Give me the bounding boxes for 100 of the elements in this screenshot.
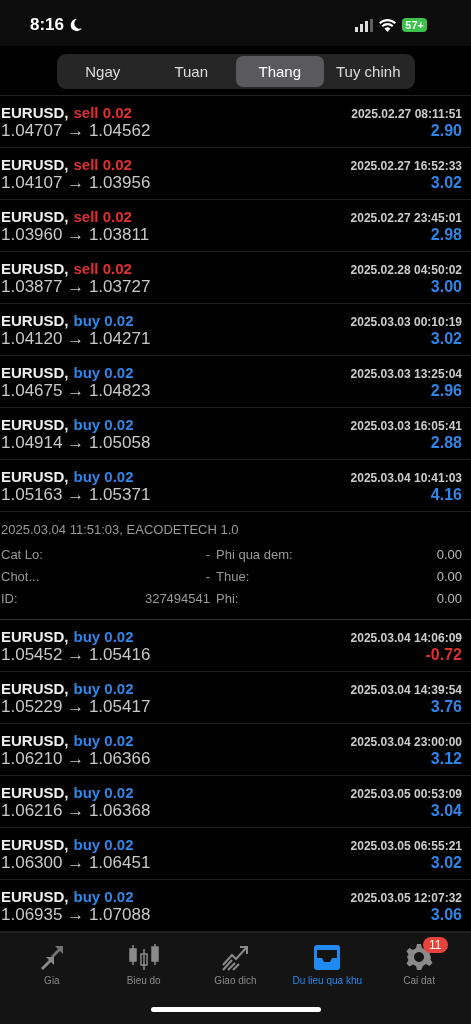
price-range: 1.04914 → 1.05058 bbox=[1, 433, 151, 454]
moon-icon bbox=[70, 18, 84, 33]
detail-label: Chot... bbox=[1, 569, 41, 585]
price-range: 1.06935 → 1.07088 bbox=[1, 905, 151, 926]
price-range: 1.03960 → 1.03811 bbox=[1, 225, 150, 246]
price-range: 1.05452 → 1.05416 bbox=[1, 645, 151, 666]
price-range: 1.04120 → 1.04271 bbox=[1, 329, 151, 350]
candlestick-icon bbox=[126, 942, 161, 971]
order-label: sell 0.02 bbox=[73, 104, 132, 122]
symbol-label: EURUSD, bbox=[1, 628, 69, 646]
price-range: 1.04675 → 1.04823 bbox=[1, 381, 151, 402]
tab-bar-item[interactable]: 11 Cai dat bbox=[373, 933, 465, 996]
detail-value: 0.00 bbox=[436, 569, 462, 585]
order-label: sell 0.02 bbox=[73, 260, 132, 278]
detail-label: Phi qua dem: bbox=[216, 547, 294, 563]
symbol-label: EURUSD, bbox=[1, 680, 69, 698]
symbol-label: EURUSD, bbox=[1, 260, 69, 278]
tab-bar-item[interactable]: Bieu do bbox=[97, 933, 190, 996]
profit-value: 3.06 bbox=[430, 906, 462, 925]
signal-icon bbox=[355, 18, 374, 32]
detail-value: - bbox=[204, 569, 210, 585]
price-range: 1.05229 → 1.05417 bbox=[1, 697, 151, 718]
detail-label: Cat Lo: bbox=[1, 547, 44, 563]
order-label: sell 0.02 bbox=[73, 156, 132, 174]
tab-bar-item[interactable]: Giao dich bbox=[189, 933, 282, 996]
symbol-label: EURUSD, bbox=[1, 784, 69, 802]
price-range: 1.03877 → 1.03727 bbox=[1, 277, 151, 298]
profit-value: 3.76 bbox=[430, 698, 462, 717]
wifi-icon bbox=[379, 18, 397, 32]
tab-bar-item[interactable]: Du lieu qua khu bbox=[281, 933, 374, 996]
tab-bar-item[interactable]: Gia bbox=[6, 933, 98, 996]
profit-value: 4.16 bbox=[430, 486, 462, 505]
symbol-label: EURUSD, bbox=[1, 836, 69, 854]
price-range: 1.04107 → 1.03956 bbox=[1, 173, 151, 194]
price-range: 1.06210 → 1.06366 bbox=[1, 749, 151, 770]
symbol-label: EURUSD, bbox=[1, 104, 69, 122]
order-label: buy 0.02 bbox=[73, 836, 134, 854]
order-label: buy 0.02 bbox=[73, 888, 134, 906]
trade-time: 2025.03.03 16:05:41 bbox=[350, 419, 462, 434]
clock: 8:16 bbox=[30, 15, 65, 36]
trade-time: 2025.03.04 23:00:00 bbox=[350, 735, 462, 750]
order-label: buy 0.02 bbox=[73, 312, 134, 330]
profit-value: 3.00 bbox=[430, 278, 462, 297]
inbox-icon bbox=[313, 942, 342, 971]
order-label: buy 0.02 bbox=[73, 732, 134, 750]
trade-time: 2025.03.05 12:07:32 bbox=[350, 891, 462, 906]
order-label: buy 0.02 bbox=[73, 784, 134, 802]
profit-value: 3.02 bbox=[430, 174, 462, 193]
trade-time: 2025.03.04 14:39:54 bbox=[350, 683, 462, 698]
trade-time: 2025.02.27 08:11:51 bbox=[351, 107, 462, 122]
order-label: buy 0.02 bbox=[73, 364, 134, 382]
detail-value: - bbox=[204, 547, 210, 563]
trade-time: 2025.03.05 00:53:09 bbox=[350, 787, 462, 802]
period-tab[interactable]: Tuan bbox=[147, 56, 236, 88]
trade-time: 2025.03.04 10:41:03 bbox=[350, 471, 462, 486]
profit-value: 2.88 bbox=[430, 434, 462, 453]
symbol-label: EURUSD, bbox=[1, 312, 69, 330]
trade-time: 2025.03.04 14:06:09 bbox=[350, 631, 462, 646]
period-tab[interactable]: Tuy chinh bbox=[324, 56, 413, 88]
trade-time: 2025.03.03 00:10:19 bbox=[350, 315, 462, 330]
price-range: 1.04707 → 1.04562 bbox=[1, 121, 151, 142]
profit-value: 2.90 bbox=[430, 122, 462, 141]
order-label: buy 0.02 bbox=[73, 468, 134, 486]
symbol-label: EURUSD, bbox=[1, 468, 69, 486]
detail-label: Phi: bbox=[216, 591, 240, 607]
detail-value: 0.00 bbox=[436, 591, 462, 607]
trade-time: 2025.02.28 04:50:02 bbox=[350, 263, 462, 278]
period-tab[interactable]: Ngay bbox=[58, 56, 147, 88]
symbol-label: EURUSD, bbox=[1, 416, 69, 434]
price-range: 1.06300 → 1.06451 bbox=[1, 853, 151, 874]
price-range: 1.06216 → 1.06368 bbox=[1, 801, 151, 822]
battery-indicator: 57+ bbox=[402, 18, 427, 33]
profit-value: 3.02 bbox=[430, 854, 462, 873]
profit-value: 3.02 bbox=[430, 330, 462, 349]
notification-badge: 11 bbox=[423, 936, 448, 953]
order-label: sell 0.02 bbox=[73, 208, 132, 226]
order-label: buy 0.02 bbox=[73, 680, 134, 698]
profit-value: 3.12 bbox=[430, 750, 462, 769]
symbol-label: EURUSD, bbox=[1, 888, 69, 906]
symbol-label: EURUSD, bbox=[1, 208, 69, 226]
detail-label: Thue: bbox=[216, 569, 251, 585]
order-label: buy 0.02 bbox=[73, 416, 134, 434]
profit-value: 3.04 bbox=[430, 802, 462, 821]
symbol-label: EURUSD, bbox=[1, 156, 69, 174]
detail-value: 0.00 bbox=[436, 547, 462, 563]
detail-label: ID: bbox=[1, 591, 19, 607]
profit-value: 2.96 bbox=[430, 382, 462, 401]
price-range: 1.05163 → 1.05371 bbox=[1, 485, 151, 506]
details-header: 2025.03.04 11:51:03, EACODETECH 1.0 bbox=[1, 522, 240, 538]
trade-time: 2025.03.03 13:25:04 bbox=[350, 367, 462, 382]
detail-value: 327494541 bbox=[143, 591, 210, 607]
trade-time: 2025.03.05 06:55:21 bbox=[350, 839, 462, 854]
trade-time: 2025.02.27 23:45:01 bbox=[350, 211, 462, 226]
symbol-label: EURUSD, bbox=[1, 732, 69, 750]
order-label: buy 0.02 bbox=[73, 628, 134, 646]
profit-value: -0.72 bbox=[425, 646, 462, 665]
symbol-label: EURUSD, bbox=[1, 364, 69, 382]
period-tab[interactable]: Thang bbox=[235, 56, 324, 88]
profit-value: 2.98 bbox=[430, 226, 462, 245]
trade-time: 2025.02.27 16:52:33 bbox=[350, 159, 462, 174]
